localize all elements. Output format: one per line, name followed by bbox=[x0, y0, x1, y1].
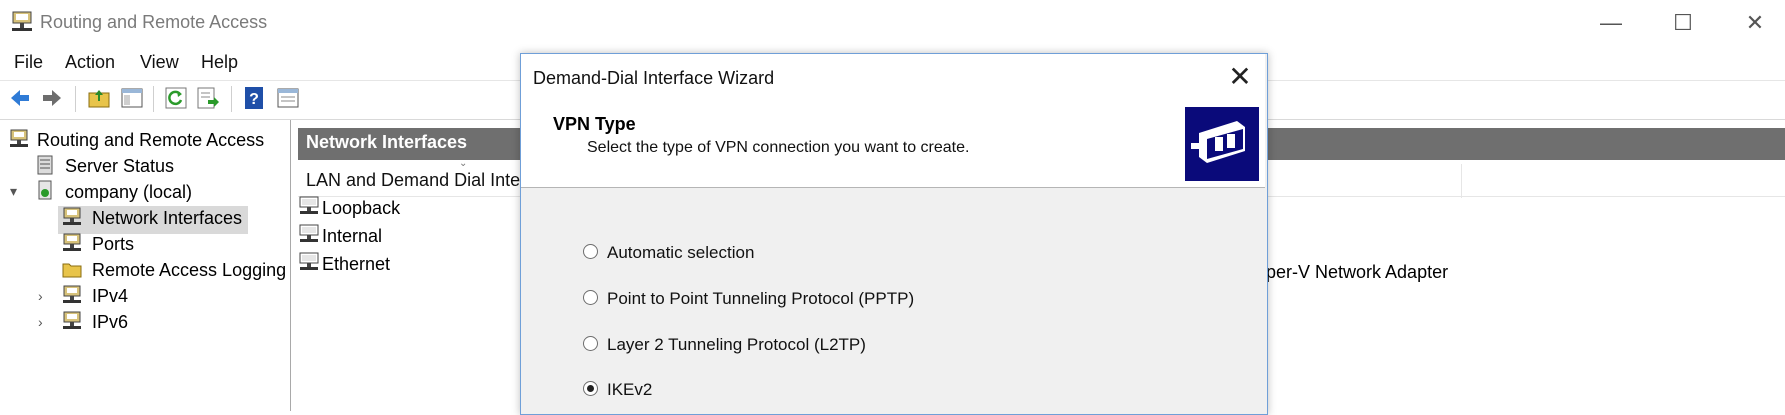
tree-item-ports[interactable]: Ports bbox=[92, 234, 134, 255]
toolbar-separator bbox=[75, 86, 76, 112]
tree-root-label[interactable]: Routing and Remote Access bbox=[37, 130, 264, 151]
option-label-ikev2[interactable]: IKEv2 bbox=[607, 380, 652, 400]
network-icon bbox=[63, 311, 81, 329]
radio-pptp[interactable] bbox=[583, 290, 598, 305]
window-title: Routing and Remote Access bbox=[40, 12, 268, 32]
tree-item-ipv4[interactable]: IPv4 bbox=[92, 286, 128, 307]
expand-chevron-right-icon[interactable]: › bbox=[38, 288, 43, 304]
tree-item-ipv6[interactable]: IPv6 bbox=[92, 312, 128, 333]
interface-row-ethernet[interactable]: Ethernet bbox=[322, 254, 390, 275]
server-status-icon bbox=[37, 155, 53, 175]
svg-text:?: ? bbox=[249, 91, 259, 108]
sort-caret-icon: ⌄ bbox=[459, 158, 468, 169]
toolbar-separator bbox=[153, 86, 154, 112]
show-hide-tree-icon[interactable] bbox=[120, 86, 144, 110]
vpn-wizard-banner-icon bbox=[1185, 107, 1259, 181]
menu-file[interactable]: File bbox=[14, 52, 43, 73]
tree-item-company-local[interactable]: company (local) bbox=[65, 182, 192, 203]
back-arrow-icon[interactable] bbox=[8, 86, 32, 110]
close-window-button[interactable]: ✕ bbox=[1735, 8, 1775, 38]
network-icon bbox=[63, 285, 81, 303]
interface-icon bbox=[299, 196, 319, 214]
menu-view[interactable]: View bbox=[140, 52, 179, 73]
dialog-close-button[interactable]: ✕ bbox=[1222, 62, 1258, 92]
menu-action[interactable]: Action bbox=[65, 52, 115, 73]
menu-help[interactable]: Help bbox=[201, 52, 238, 73]
network-icon bbox=[63, 207, 81, 225]
radio-automatic-selection[interactable] bbox=[583, 244, 598, 259]
network-icon bbox=[63, 233, 81, 251]
routing-app-icon bbox=[12, 11, 32, 31]
option-label-pptp[interactable]: Point to Point Tunneling Protocol (PPTP) bbox=[607, 289, 914, 309]
help-icon[interactable]: ? bbox=[242, 86, 266, 110]
option-label-automatic[interactable]: Automatic selection bbox=[607, 243, 754, 263]
interface-icon bbox=[299, 224, 319, 242]
wizard-page-subheading: Select the type of VPN connection you wa… bbox=[587, 139, 970, 156]
export-list-icon[interactable] bbox=[196, 86, 220, 110]
toolbar-separator bbox=[231, 86, 232, 112]
tree-item-network-interfaces[interactable]: Network Interfaces bbox=[92, 208, 242, 229]
folder-icon bbox=[62, 263, 82, 278]
title-bar bbox=[0, 0, 1785, 46]
column-divider[interactable] bbox=[1461, 164, 1462, 198]
radio-ikev2[interactable] bbox=[583, 381, 598, 396]
server-icon bbox=[38, 180, 52, 200]
tree-item-remote-access-logging[interactable]: Remote Access Logging bbox=[92, 260, 286, 281]
forward-arrow-icon[interactable] bbox=[40, 86, 64, 110]
wizard-page-heading: VPN Type bbox=[553, 114, 636, 134]
properties-icon[interactable] bbox=[276, 86, 300, 110]
option-label-l2tp[interactable]: Layer 2 Tunneling Protocol (L2TP) bbox=[607, 335, 866, 355]
radio-l2tp[interactable] bbox=[583, 336, 598, 351]
expand-chevron-down-icon[interactable]: ▾ bbox=[10, 183, 17, 200]
column-header-lan[interactable]: LAN and Demand Dial Inter bbox=[306, 170, 526, 191]
interface-row-internal[interactable]: Internal bbox=[322, 226, 382, 247]
tree-item-server-status[interactable]: Server Status bbox=[65, 156, 174, 177]
routing-remote-access-icon bbox=[10, 129, 28, 147]
expand-chevron-right-icon[interactable]: › bbox=[38, 314, 43, 330]
dialog-title: Demand-Dial Interface Wizard bbox=[533, 68, 775, 88]
minimize-button[interactable]: — bbox=[1591, 8, 1631, 38]
maximize-button[interactable]: ☐ bbox=[1663, 8, 1703, 38]
details-header-title: Network Interfaces bbox=[306, 132, 468, 152]
up-folder-icon[interactable] bbox=[87, 86, 111, 110]
ethernet-device-name: per-V Network Adapter bbox=[1266, 262, 1449, 282]
interface-icon bbox=[299, 252, 319, 270]
refresh-icon[interactable] bbox=[164, 86, 188, 110]
interface-row-loopback[interactable]: Loopback bbox=[322, 198, 400, 219]
